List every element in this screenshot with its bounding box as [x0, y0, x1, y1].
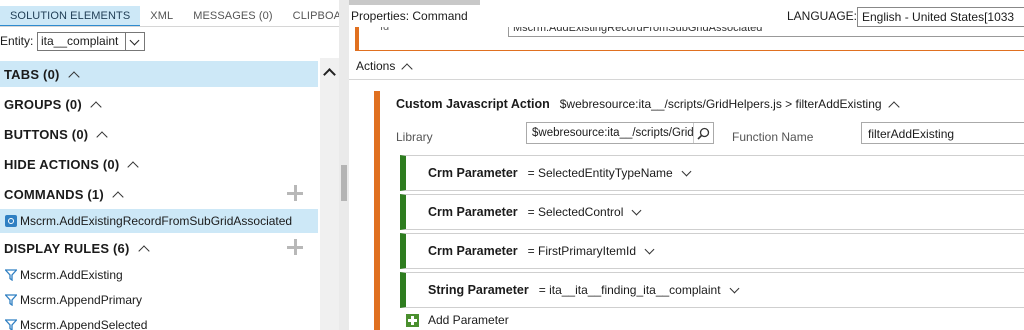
parameter-row[interactable]: String Parameter = ita__ita__finding_ita…	[400, 272, 1024, 308]
add-parameter-button[interactable]: Add Parameter	[406, 313, 509, 327]
entity-select[interactable]: ita__complaint	[37, 31, 145, 51]
chevron-down-icon[interactable]	[631, 205, 642, 215]
parameter-type: Crm Parameter	[428, 166, 518, 180]
tab-messages[interactable]: MESSAGES (0)	[183, 6, 282, 26]
library-input[interactable]: $webresource:ita__/scripts/GridHelpers.j…	[526, 122, 714, 144]
parameter-value: = SelectedControl	[527, 205, 624, 219]
custom-action-header[interactable]: Custom Javascript Action $webresource:it…	[396, 97, 900, 113]
add-display-rule-plus-icon[interactable]	[286, 238, 304, 256]
display-rule-label: Mscrm.AppendSelected	[20, 318, 148, 330]
id-accent-bar	[355, 27, 359, 51]
entity-row: Entity: ita__complaint	[0, 29, 339, 53]
command-item-label: Mscrm.AddExistingRecordFromSubGridAssoci…	[20, 214, 293, 228]
filter-icon	[5, 294, 17, 306]
chevron-down-icon[interactable]	[644, 244, 655, 254]
section-commands-label: COMMANDS (1)	[4, 186, 104, 202]
actions-divider	[349, 79, 1024, 80]
splitter-handle[interactable]	[341, 165, 347, 201]
properties-panel: Properties: Command LANGUAGE: English - …	[349, 0, 1024, 330]
tab-solution-elements[interactable]: SOLUTION ELEMENTS	[0, 6, 141, 26]
command-item[interactable]: Mscrm.AddExistingRecordFromSubGridAssoci…	[0, 209, 318, 233]
filter-icon	[5, 319, 17, 330]
custom-action-accent-bar	[374, 91, 380, 330]
parameter-value: = SelectedEntityTypeName	[527, 166, 673, 180]
parameter-value: = ita__ita__finding_ita__complaint	[538, 283, 721, 297]
actions-header[interactable]: Actions	[356, 56, 414, 76]
add-parameter-label: Add Parameter	[428, 313, 509, 327]
filter-icon	[5, 269, 17, 281]
language-select[interactable]: English - United States[1033	[857, 7, 1024, 27]
section-commands[interactable]: COMMANDS (1)	[0, 181, 318, 207]
tab-xml[interactable]: XML	[140, 6, 183, 26]
command-icon	[5, 215, 17, 227]
search-icon[interactable]	[693, 123, 713, 143]
section-hide-actions[interactable]: HIDE ACTIONS (0)	[0, 151, 318, 177]
add-icon	[406, 313, 419, 327]
section-display-rules[interactable]: DISPLAY RULES (6)	[0, 235, 318, 261]
chevron-down-icon[interactable]	[729, 283, 739, 293]
display-rule-item[interactable]: Mscrm.AppendSelected	[0, 313, 318, 330]
actions-label: Actions	[356, 59, 396, 73]
chevron-up-icon[interactable]	[127, 161, 140, 173]
properties-title: Properties: Command	[351, 9, 468, 23]
chevron-up-icon[interactable]	[67, 71, 80, 83]
left-scrollbar[interactable]	[320, 58, 339, 330]
panel-splitter[interactable]	[339, 0, 349, 330]
display-rule-item[interactable]: Mscrm.AddExisting	[0, 263, 318, 287]
parameter-row[interactable]: Crm Parameter = SelectedControl	[400, 194, 1024, 230]
function-name-label: Function Name	[732, 130, 814, 144]
parameter-value: = FirstPrimaryItemId	[527, 244, 636, 258]
parameter-row[interactable]: Crm Parameter = FirstPrimaryItemId	[400, 233, 1024, 269]
parameter-type: Crm Parameter	[428, 205, 518, 219]
section-hide-actions-label: HIDE ACTIONS (0)	[4, 156, 120, 172]
section-groups-label: GROUPS (0)	[4, 96, 82, 112]
custom-action-summary: $webresource:ita__/scripts/GridHelpers.j…	[559, 97, 882, 111]
left-panel: SOLUTION ELEMENTS XML MESSAGES (0) CLIPB…	[0, 0, 339, 330]
display-rule-label: Mscrm.AddExisting	[20, 268, 123, 282]
id-underline	[355, 50, 1024, 51]
chevron-up-icon[interactable]	[112, 191, 124, 203]
section-groups[interactable]: GROUPS (0)	[0, 91, 318, 117]
chevron-up-icon[interactable]	[401, 62, 414, 75]
chevron-up-icon[interactable]	[137, 245, 150, 257]
id-input[interactable]: Mscrm.AddExistingRecordFromSubGridAssoci…	[508, 27, 1024, 37]
section-buttons-label: BUTTONS (0)	[4, 126, 89, 142]
add-command-plus-icon[interactable]	[286, 184, 304, 202]
chevron-up-icon[interactable]	[90, 101, 102, 113]
chevron-up-icon[interactable]	[96, 131, 108, 143]
function-name-input[interactable]: filterAddExisting	[861, 122, 1024, 144]
parameter-type: String Parameter	[428, 283, 529, 297]
display-rule-label: Mscrm.AppendPrimary	[20, 293, 143, 307]
chevron-down-icon[interactable]	[125, 32, 144, 50]
chevron-down-icon[interactable]	[681, 166, 692, 176]
section-buttons[interactable]: BUTTONS (0)	[0, 121, 318, 147]
section-display-rules-label: DISPLAY RULES (6)	[4, 240, 130, 256]
scroll-up-arrow-icon[interactable]	[323, 68, 336, 81]
custom-action-title: Custom Javascript Action	[396, 97, 550, 111]
section-tabs[interactable]: TABS (0)	[0, 61, 318, 87]
id-field-row: Id Mscrm.AddExistingRecordFromSubGridAss…	[349, 27, 1024, 51]
id-label: Id	[380, 27, 390, 33]
library-value: $webresource:ita__/scripts/GridHelpers.j…	[532, 127, 693, 139]
left-tab-strip: SOLUTION ELEMENTS XML MESSAGES (0) CLIPB…	[0, 6, 339, 27]
tab-clipboard[interactable]: CLIPBOA	[283, 6, 339, 26]
display-rule-item[interactable]: Mscrm.AppendPrimary	[0, 288, 318, 312]
top-divider	[349, 0, 480, 5]
library-label: Library	[396, 130, 433, 144]
solution-elements-tree: TABS (0) GROUPS (0) BUTTONS (0) HIDE ACT…	[0, 58, 320, 330]
parameter-type: Crm Parameter	[428, 244, 518, 258]
chevron-up-icon[interactable]	[887, 100, 900, 113]
section-tabs-label: TABS (0)	[4, 66, 60, 82]
language-label: LANGUAGE:	[787, 9, 858, 23]
entity-label: Entity:	[0, 34, 34, 48]
entity-select-value: ita__complaint	[41, 34, 119, 48]
parameter-row[interactable]: Crm Parameter = SelectedEntityTypeName	[400, 155, 1024, 191]
